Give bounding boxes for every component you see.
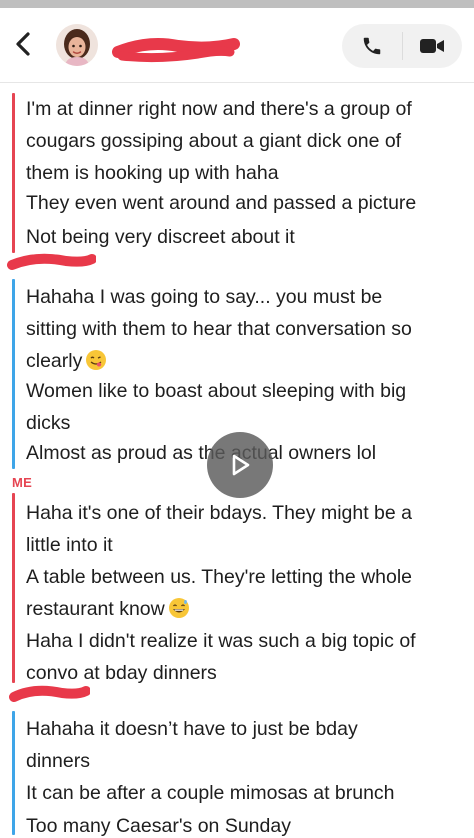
- avatar[interactable]: [56, 24, 98, 66]
- play-button[interactable]: [207, 432, 273, 498]
- grinning-sweat-emoji-icon: [168, 598, 189, 618]
- message[interactable]: Haha I didn't realize it was such a big …: [26, 625, 472, 689]
- message[interactable]: I'm at dinner right now and there's a gr…: [26, 93, 472, 189]
- sender-label-me: ME: [12, 475, 33, 490]
- chevron-left-icon: [16, 32, 30, 56]
- chat-header: [0, 8, 474, 83]
- message[interactable]: Hahaha I was going to say... you must be…: [26, 281, 472, 377]
- phone-icon: [363, 37, 381, 55]
- play-icon: [232, 454, 250, 476]
- message[interactable]: They even went around and passed a pictu…: [26, 187, 472, 219]
- redacted-name: [112, 38, 240, 63]
- chat-thread[interactable]: I'm at dinner right now and there's a gr…: [0, 83, 474, 837]
- sender-bar-them: [12, 711, 15, 835]
- message[interactable]: Not being very discreet about it: [26, 221, 472, 253]
- message[interactable]: Hahaha it doesn’t have to just be bday d…: [26, 713, 472, 777]
- message[interactable]: It can be after a couple mimosas at brun…: [26, 777, 472, 809]
- yum-emoji-icon: [86, 350, 107, 370]
- voice-call-button[interactable]: [342, 24, 402, 68]
- sender-bar-me: [12, 93, 15, 253]
- redacted-sender-label: [7, 253, 96, 270]
- message[interactable]: Women like to boast about sleeping with …: [26, 375, 472, 439]
- video-camera-icon: [420, 39, 444, 53]
- bitmoji-avatar-icon: [56, 24, 98, 66]
- video-call-button[interactable]: [402, 24, 462, 68]
- message[interactable]: Haha it's one of their bdays. They might…: [26, 497, 472, 561]
- call-buttons: [342, 24, 462, 68]
- message[interactable]: A table between us. They're letting the …: [26, 561, 472, 625]
- sender-bar-them: [12, 279, 15, 469]
- back-button[interactable]: [12, 30, 36, 58]
- sender-bar-me: [12, 493, 15, 683]
- status-strip: [0, 0, 474, 8]
- redacted-sender-label: [9, 685, 90, 702]
